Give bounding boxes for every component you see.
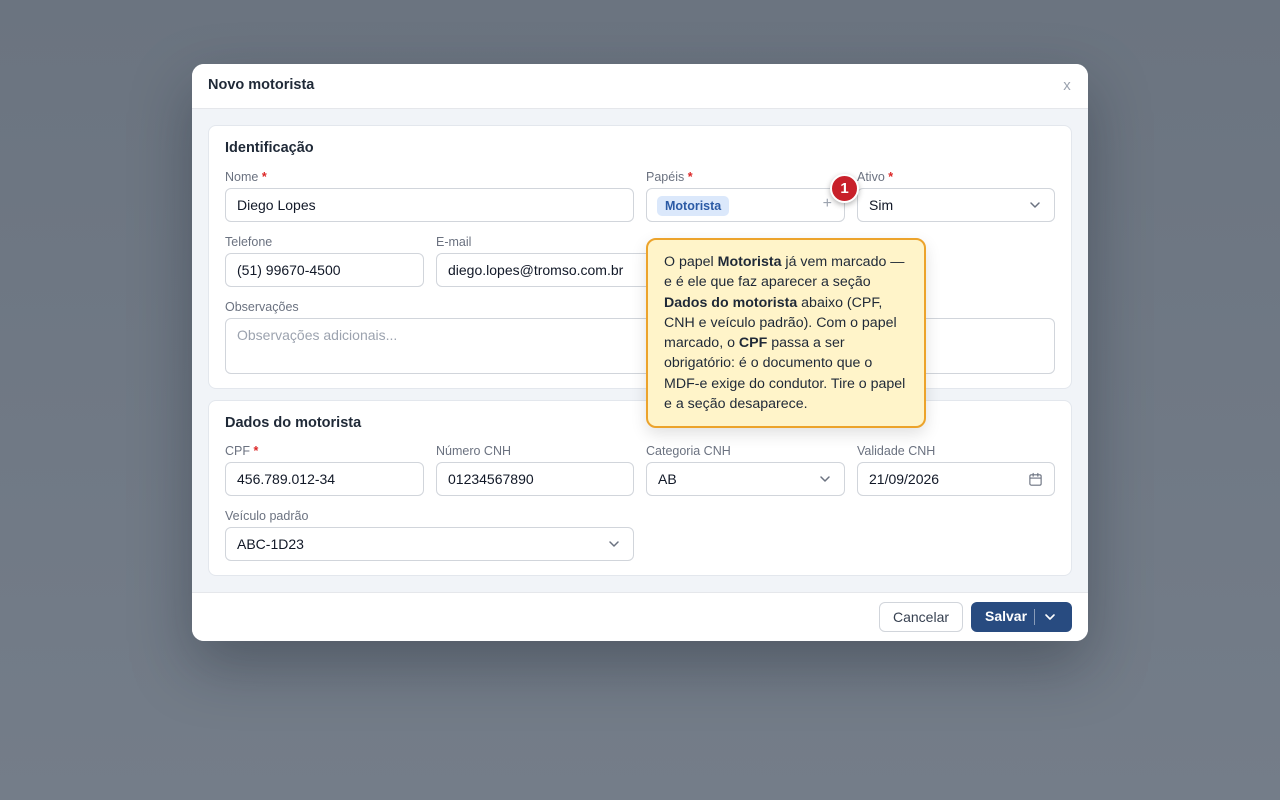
save-button-label: Salvar (985, 608, 1028, 624)
phone-value: (51) 99670-4500 (237, 262, 341, 278)
cnh-category-value: AB (658, 471, 677, 487)
cpf-label: CPF * (225, 444, 259, 458)
default-vehicle-label: Veículo padrão (225, 509, 309, 523)
phone-input[interactable]: (51) 99670-4500 (225, 253, 424, 287)
name-input[interactable]: Diego Lopes (225, 188, 634, 222)
modal-body: Identificação Nome * Diego Lopes Papéis … (192, 109, 1088, 592)
cpf-input[interactable]: 456.789.012-34 (225, 462, 424, 496)
save-button[interactable]: Salvar (971, 602, 1072, 632)
identification-section-title: Identificação (225, 140, 314, 156)
add-role-icon[interactable]: + (823, 195, 832, 213)
tooltip-text: O papel (664, 254, 718, 270)
cnh-number-label: Número CNH (436, 444, 512, 458)
email-label: E-mail (436, 235, 472, 249)
calendar-icon[interactable] (1028, 472, 1043, 487)
roles-multiselect[interactable]: Motorista + (646, 188, 845, 222)
cnh-category-label: Categoria CNH (646, 444, 731, 458)
default-vehicle-select[interactable]: ABC-1D23 (225, 527, 634, 561)
active-select[interactable]: Sim (857, 188, 1055, 222)
chevron-down-icon (1030, 202, 1040, 208)
chevron-down-icon (820, 476, 830, 482)
cnh-number-value: 01234567890 (448, 471, 534, 487)
required-mark: * (253, 444, 259, 458)
notes-label: Observações (225, 300, 299, 314)
new-driver-modal: Novo motorista x Identificação Nome * Di… (192, 64, 1088, 641)
roles-label: Papéis * (646, 170, 693, 184)
modal-footer: Cancelar Salvar (192, 592, 1088, 641)
modal-header: Novo motorista x (192, 64, 1088, 109)
chevron-down-icon[interactable] (1044, 611, 1056, 623)
cpf-value: 456.789.012-34 (237, 471, 336, 487)
default-vehicle-value: ABC-1D23 (237, 536, 304, 552)
active-label: Ativo * (857, 170, 894, 184)
cnh-expiry-date-input[interactable]: 21/09/2026 (857, 462, 1055, 496)
role-chip-motorista[interactable]: Motorista (657, 196, 730, 216)
save-button-divider (1034, 609, 1035, 625)
modal-title: Novo motorista (208, 77, 315, 93)
close-button[interactable]: x (1058, 77, 1076, 97)
required-mark: * (261, 170, 267, 184)
chevron-down-icon (609, 541, 619, 547)
identification-section: Identificação Nome * Diego Lopes Papéis … (208, 125, 1072, 389)
cnh-expiry-value: 21/09/2026 (869, 471, 940, 487)
required-mark: * (888, 170, 894, 184)
tooltip-bold-text: Dados do motorista (664, 294, 798, 311)
driver-data-section: Dados do motorista CPF * 456.789.012-34 … (208, 400, 1072, 576)
name-value: Diego Lopes (237, 197, 316, 213)
tour-tooltip: O papel Motorista já vem marcado — e é e… (646, 238, 926, 428)
email-value: diego.lopes@tromso.com.br (448, 262, 624, 278)
cnh-number-input[interactable]: 01234567890 (436, 462, 634, 496)
notes-placeholder: Observações adicionais... (237, 327, 398, 343)
active-value: Sim (869, 197, 894, 213)
required-mark: * (687, 170, 693, 184)
phone-label: Telefone (225, 235, 273, 249)
tooltip-bold-text: Motorista (717, 254, 782, 270)
tooltip-bold-text: CPF (738, 335, 768, 352)
cancel-button[interactable]: Cancelar (879, 602, 963, 632)
cnh-expiry-label: Validade CNH (857, 444, 936, 458)
notes-textarea[interactable]: Observações adicionais... (225, 318, 1055, 374)
name-label: Nome * (225, 170, 267, 184)
driver-data-section-title: Dados do motorista (225, 415, 362, 431)
tour-step-badge[interactable]: 1 (830, 174, 859, 203)
cnh-category-select[interactable]: AB (646, 462, 845, 496)
